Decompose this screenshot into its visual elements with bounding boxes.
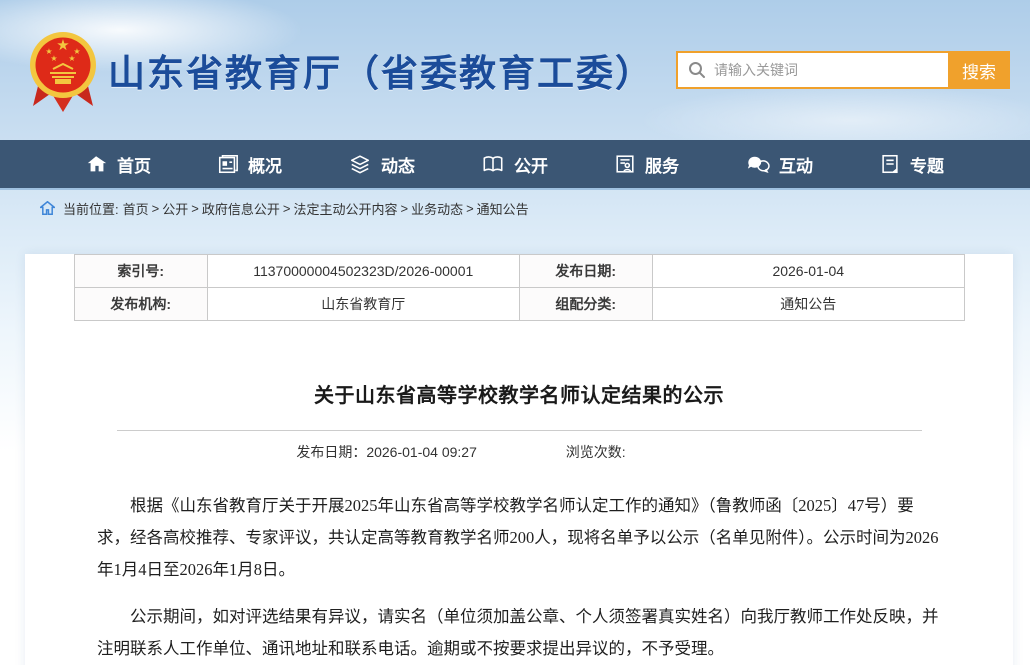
document-icon — [879, 153, 901, 175]
breadcrumb-item-notices[interactable]: 通知公告 — [477, 199, 529, 218]
search-icon — [688, 61, 706, 79]
nav-item-home[interactable]: 首页 — [78, 140, 159, 188]
article-title: 关于山东省高等学校教学名师认定结果的公示 — [97, 379, 941, 408]
paragraph: 公示期间，如对评选结果有异议，请实名（单位须加盖公章、个人须签署真实姓名）向我厅… — [97, 601, 941, 665]
breadcrumb-item-disclosure[interactable]: 公开 — [162, 199, 188, 218]
nav-item-disclosure[interactable]: 公开 — [473, 140, 556, 188]
home-icon — [86, 153, 108, 175]
table-row: 索引号: 11370000004502323D/2026-00001 发布日期:… — [74, 255, 964, 288]
service-card-icon — [614, 153, 636, 175]
issuing-agency-value: 山东省教育厅 — [208, 288, 520, 321]
article-publish-date: 2026-01-04 09:27 — [366, 444, 477, 460]
svg-text:★: ★ — [56, 36, 69, 54]
breadcrumb-item-home[interactable]: 首页 — [123, 199, 149, 218]
breadcrumb-item-business[interactable]: 业务动态 — [411, 199, 463, 218]
article-meta: 发布日期：2026-01-04 09:27 浏览次数: — [39, 442, 883, 462]
search-input[interactable] — [714, 53, 948, 87]
site-header: ★ ★ ★ ★ ★ 山东省教育厅（省委教育工委） 搜索 — [0, 0, 1030, 140]
national-emblem-logo: ★ ★ ★ ★ ★ — [28, 28, 98, 114]
article-body: 根据《山东省教育厅关于开展2025年山东省高等学校教学名师认定工作的通知》（鲁教… — [97, 490, 941, 665]
paragraph: 根据《山东省教育厅关于开展2025年山东省高等学校教学名师认定工作的通知》（鲁教… — [97, 490, 941, 586]
document-info-table: 索引号: 11370000004502323D/2026-00001 发布日期:… — [74, 254, 965, 321]
article: 关于山东省高等学校教学名师认定结果的公示 发布日期：2026-01-04 09:… — [25, 379, 1013, 665]
view-count-label: 浏览次数: — [566, 444, 626, 460]
publish-date-label: 发布日期: — [519, 255, 653, 288]
nav-item-services[interactable]: 服务 — [606, 140, 687, 188]
breadcrumb-prefix: 当前位置: — [63, 199, 119, 218]
open-book-icon — [481, 153, 505, 175]
breadcrumb-item-statutory[interactable]: 法定主动公开内容 — [293, 199, 397, 218]
nav-item-overview[interactable]: 概况 — [209, 140, 290, 188]
index-number-value: 11370000004502323D/2026-00001 — [208, 255, 520, 288]
index-number-label: 索引号: — [74, 255, 208, 288]
table-row: 发布机构: 山东省教育厅 组配分类: 通知公告 — [74, 288, 964, 321]
nav-item-news[interactable]: 动态 — [340, 140, 423, 188]
overview-icon — [217, 153, 239, 175]
breadcrumb-item-gov-info[interactable]: 政府信息公开 — [202, 199, 280, 218]
nav-item-topics[interactable]: 专题 — [871, 140, 952, 188]
site-title: 山东省教育厅（省委教育工委） — [108, 43, 654, 97]
main-nav: 首页 概况 动态 公开 — [0, 140, 1030, 190]
chat-bubbles-icon — [745, 153, 770, 175]
books-stack-icon — [348, 153, 372, 175]
article-publish-date-label: 发布日期： — [296, 444, 366, 460]
svg-text:★: ★ — [50, 54, 57, 63]
issuing-agency-label: 发布机构: — [74, 288, 208, 321]
breadcrumb: 当前位置: 首页> 公开> 政府信息公开> 法定主动公开内容> 业务动态> 通知… — [0, 190, 1030, 226]
category-label: 组配分类: — [519, 288, 653, 321]
title-divider — [117, 430, 922, 431]
search-box: 搜索 — [676, 51, 1010, 89]
search-button[interactable]: 搜索 — [948, 51, 1010, 89]
category-value: 通知公告 — [653, 288, 965, 321]
content-panel: 索引号: 11370000004502323D/2026-00001 发布日期:… — [25, 254, 1013, 665]
svg-text:★: ★ — [68, 54, 75, 63]
publish-date-value: 2026-01-04 — [653, 255, 965, 288]
nav-item-interaction[interactable]: 互动 — [737, 140, 821, 188]
home-small-icon — [40, 201, 55, 215]
